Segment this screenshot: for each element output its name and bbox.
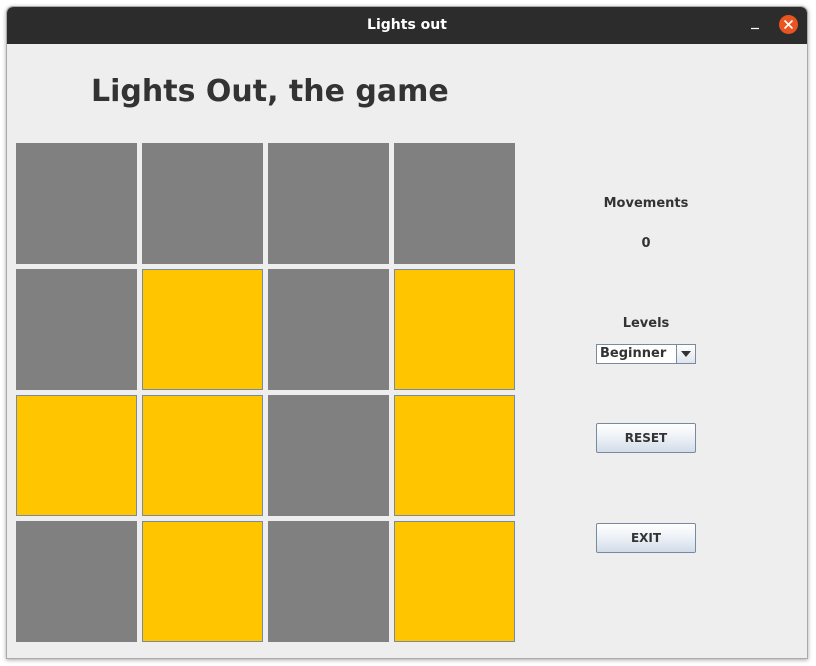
game-heading: Lights Out, the game [91, 74, 449, 109]
light-cell-off[interactable] [142, 143, 263, 264]
light-cell-on[interactable] [142, 395, 263, 516]
light-cell-off[interactable] [268, 395, 389, 516]
levels-dropdown[interactable]: Beginner [596, 344, 696, 364]
light-cell-off[interactable] [16, 143, 137, 264]
light-cell-off[interactable] [394, 143, 515, 264]
title-bar[interactable]: Lights out [7, 7, 807, 44]
levels-selected-value: Beginner [600, 346, 667, 361]
light-cell-off[interactable] [16, 521, 137, 642]
light-cell-on[interactable] [394, 395, 515, 516]
light-cell-on[interactable] [16, 395, 137, 516]
light-cell-off[interactable] [16, 269, 137, 390]
reset-button[interactable]: RESET [596, 423, 696, 453]
light-cell-off[interactable] [268, 269, 389, 390]
levels-label: Levels [622, 316, 670, 331]
close-button[interactable] [779, 15, 798, 34]
minimize-icon [751, 27, 759, 30]
movements-label: Movements [603, 196, 689, 211]
minimize-button[interactable] [745, 16, 765, 36]
chevron-down-icon [681, 351, 691, 357]
light-cell-on[interactable] [142, 521, 263, 642]
light-cell-on[interactable] [394, 521, 515, 642]
light-cell-off[interactable] [268, 521, 389, 642]
window-title: Lights out [367, 17, 447, 33]
exit-button[interactable]: EXIT [596, 523, 696, 553]
light-cell-on[interactable] [394, 269, 515, 390]
light-grid [16, 143, 516, 643]
light-cell-off[interactable] [268, 143, 389, 264]
dropdown-arrow-button[interactable] [676, 345, 695, 363]
game-window: Lights out Lights Out, the game Movement… [6, 6, 808, 659]
movements-count: 0 [641, 236, 651, 251]
light-cell-on[interactable] [142, 269, 263, 390]
close-icon [784, 20, 793, 29]
